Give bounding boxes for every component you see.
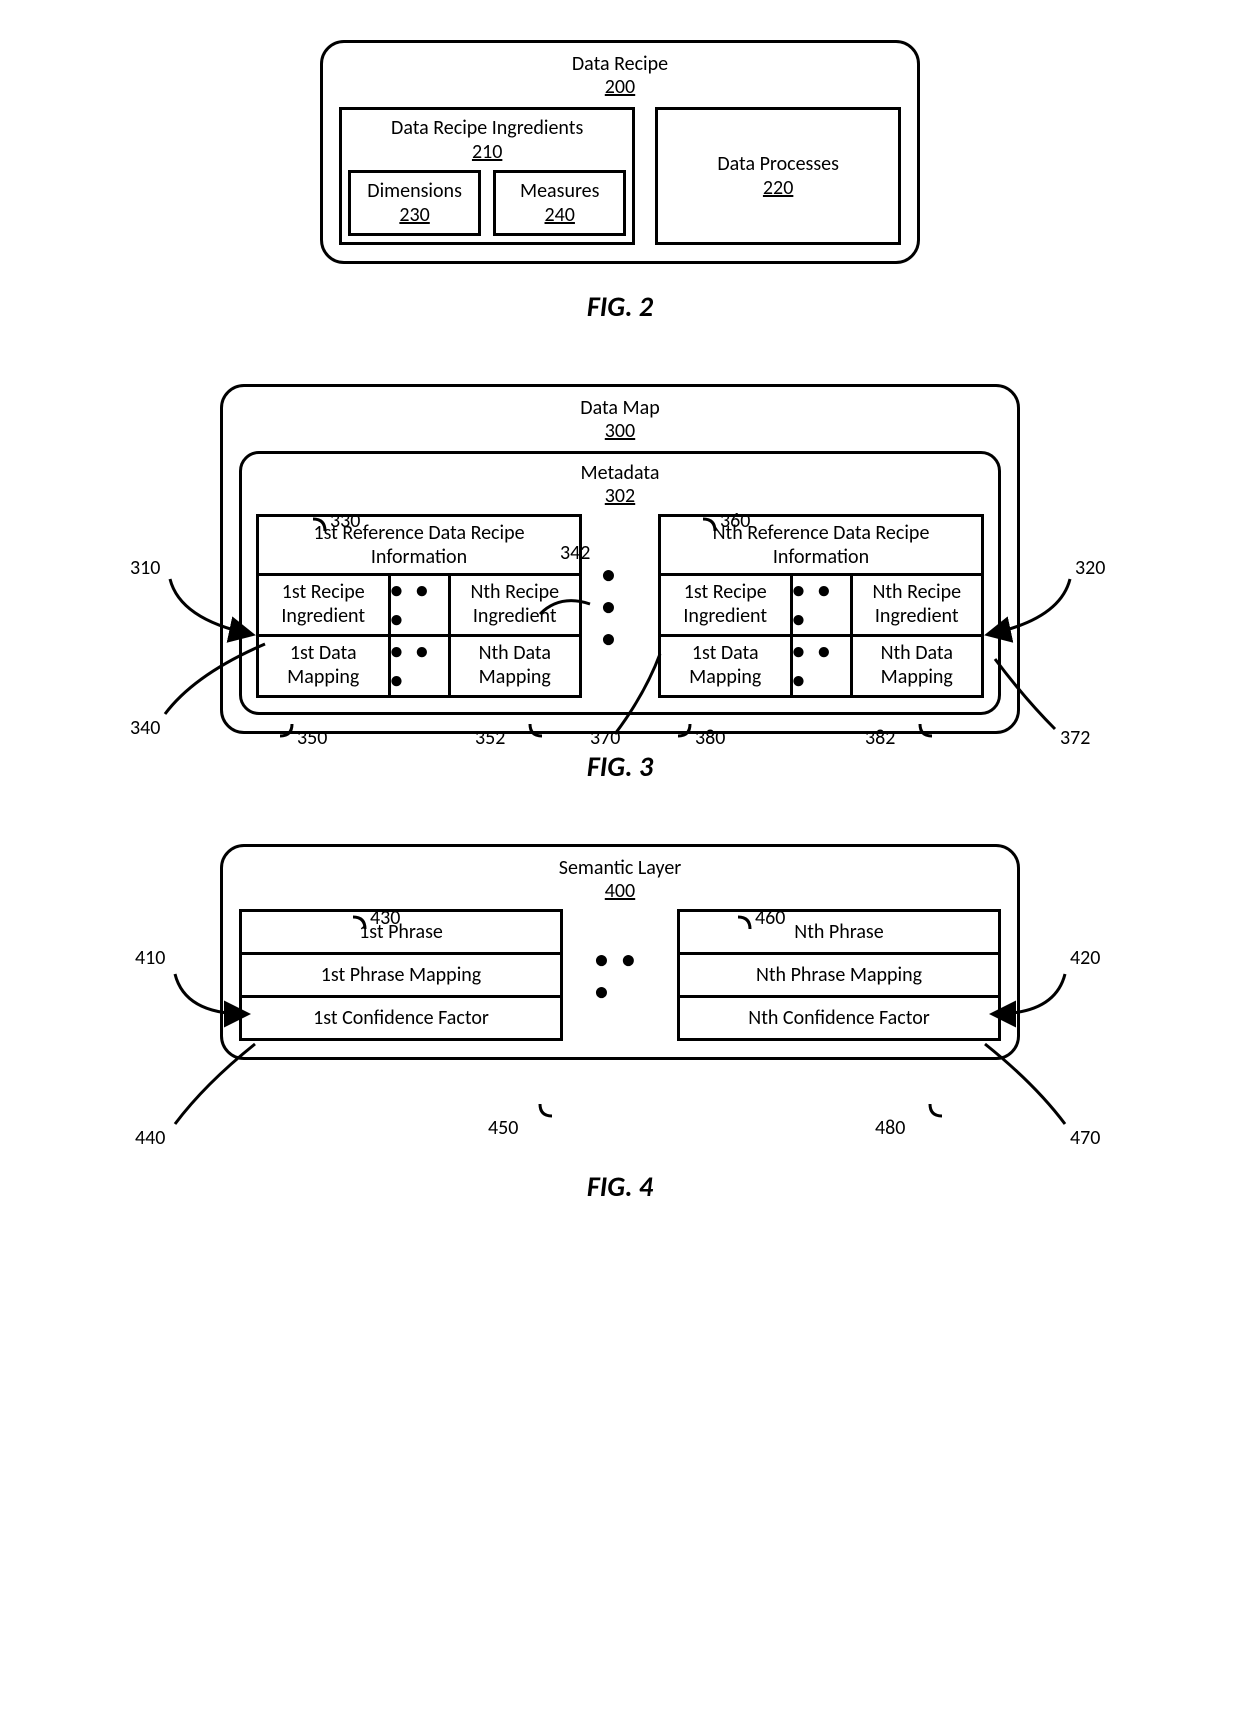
phrase-1-mapping: 1st Phrase Mapping	[242, 952, 560, 995]
metadata-title: Metadata	[256, 462, 984, 485]
ref-recipe-1-title: 1st Reference Data Recipe Information	[259, 517, 579, 576]
data-recipe-box: Data Recipe 200 Data Recipe Ingredients …	[320, 40, 920, 264]
phrase-n-title: Nth Phrase	[680, 912, 998, 952]
ref-recipe-1-box: 1st Reference Data Recipe Information 1s…	[256, 514, 582, 698]
dots-icon: • • •	[391, 576, 451, 634]
processes-title: Data Processes	[717, 152, 839, 176]
lbl-440: 440	[135, 1126, 165, 1150]
data-recipe-num: 200	[339, 76, 901, 99]
lbl-410: 410	[135, 946, 165, 970]
semantic-row: 1st Phrase 1st Phrase Mapping 1st Confid…	[239, 909, 1001, 1041]
ingredients-box: Data Recipe Ingredients 210 Dimensions 2…	[339, 107, 635, 245]
semantic-layer-title: Semantic Layer	[239, 857, 1001, 880]
recipen-ing1: 1st Recipe Ingredient	[661, 576, 793, 634]
figure-3: Data Map 300 Metadata 302 1st Reference …	[120, 384, 1120, 844]
dots-icon: • • •	[595, 909, 645, 1041]
data-map-box: Data Map 300 Metadata 302 1st Reference …	[220, 384, 1020, 734]
metadata-box: Metadata 302 1st Reference Data Recipe I…	[239, 451, 1001, 715]
phrase-n-box: Nth Phrase Nth Phrase Mapping Nth Confid…	[677, 909, 1001, 1041]
data-recipe-heading: Data Recipe 200	[339, 53, 901, 99]
processes-box: Data Processes 220	[655, 107, 901, 245]
dimensions-title: Dimensions	[357, 179, 472, 203]
recipen-map1: 1st Data Mapping	[661, 634, 793, 695]
data-recipe-row: Data Recipe Ingredients 210 Dimensions 2…	[339, 107, 901, 245]
lbl-450: 450	[488, 1116, 518, 1140]
recipe1-ing1: 1st Recipe Ingredient	[259, 576, 391, 634]
semantic-layer-box: Semantic Layer 400 1st Phrase 1st Phrase…	[220, 844, 1020, 1060]
lbl-480: 480	[875, 1116, 905, 1140]
lbl-420: 420	[1070, 946, 1100, 970]
lbl-470: 470	[1070, 1126, 1100, 1150]
measures-title: Measures	[502, 179, 617, 203]
ref-recipe-n-box: Nth Reference Data Recipe Information 1s…	[658, 514, 984, 698]
dimensions-box: Dimensions 230	[348, 170, 481, 236]
figure-4-caption: FIG. 4	[120, 1169, 1120, 1204]
phrase-n-conf: Nth Confidence Factor	[680, 995, 998, 1038]
dots-icon: • • •	[793, 576, 853, 634]
figure-3-caption: FIG. 3	[120, 749, 1120, 784]
ingredients-num: 210	[348, 140, 626, 164]
measures-num: 240	[502, 203, 617, 227]
recipen-ingn: Nth Recipe Ingredient	[853, 576, 982, 634]
phrase-1-box: 1st Phrase 1st Phrase Mapping 1st Confid…	[239, 909, 563, 1041]
ingredients-title: Data Recipe Ingredients	[348, 116, 626, 140]
lbl-310: 310	[130, 556, 160, 580]
recipe1-ingn: Nth Recipe Ingredient	[451, 576, 580, 634]
figure-2-caption: FIG. 2	[40, 289, 1200, 324]
ref-recipe-n-title: Nth Reference Data Recipe Information	[661, 517, 981, 576]
phrase-1-conf: 1st Confidence Factor	[242, 995, 560, 1038]
figure-2: Data Recipe 200 Data Recipe Ingredients …	[40, 40, 1200, 324]
data-map-heading: Data Map 300	[239, 397, 1001, 443]
metadata-num: 302	[256, 485, 984, 508]
dots-icon: • • •	[793, 634, 853, 695]
recipe1-mapn: Nth Data Mapping	[451, 634, 580, 695]
lbl-372: 372	[1060, 726, 1090, 750]
phrase-1-title: 1st Phrase	[242, 912, 560, 952]
recipen-mapn: Nth Data Mapping	[853, 634, 982, 695]
dots-icon: • • •	[602, 514, 638, 698]
data-map-num: 300	[239, 420, 1001, 443]
lbl-340: 340	[130, 716, 160, 740]
semantic-layer-heading: Semantic Layer 400	[239, 857, 1001, 903]
lbl-320: 320	[1075, 556, 1105, 580]
phrase-n-mapping: Nth Phrase Mapping	[680, 952, 998, 995]
metadata-heading: Metadata 302	[256, 462, 984, 508]
recipe1-map1: 1st Data Mapping	[259, 634, 391, 695]
dimensions-num: 230	[357, 203, 472, 227]
measures-box: Measures 240	[493, 170, 626, 236]
ingredients-subrow: Dimensions 230 Measures 240	[348, 170, 626, 236]
figure-4: Semantic Layer 400 1st Phrase 1st Phrase…	[120, 844, 1120, 1264]
metadata-row: 1st Reference Data Recipe Information 1s…	[256, 514, 984, 698]
data-map-title: Data Map	[239, 397, 1001, 420]
processes-num: 220	[717, 176, 839, 200]
data-recipe-title: Data Recipe	[339, 53, 901, 76]
dots-icon: • • •	[391, 634, 451, 695]
semantic-layer-num: 400	[239, 880, 1001, 903]
